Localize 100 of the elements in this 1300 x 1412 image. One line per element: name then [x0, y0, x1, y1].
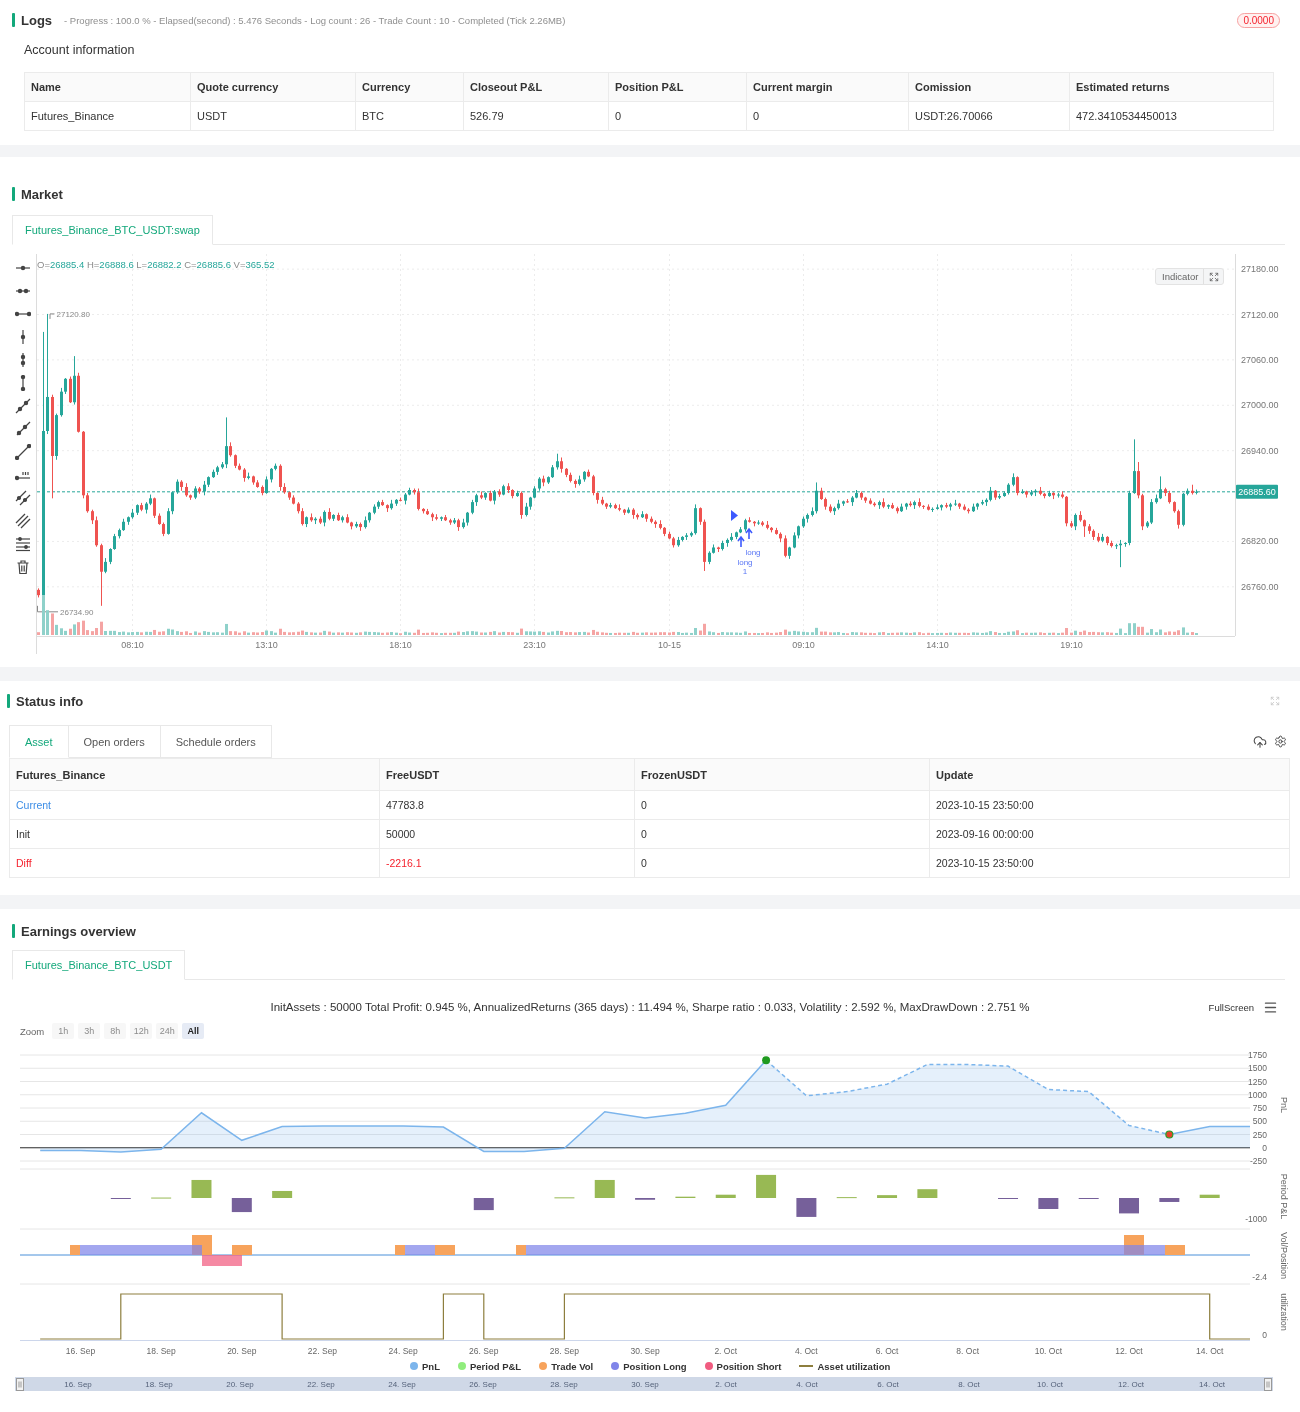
navigator-date-label: 4. Oct: [796, 1380, 818, 1389]
expand-icon: [1209, 271, 1220, 282]
price-axis-label: 27180.00: [1241, 264, 1279, 275]
table-cell: Current: [10, 791, 380, 820]
triple-lines-icon[interactable]: [15, 513, 31, 529]
axis-tick-label: 2. Oct: [714, 1346, 738, 1356]
peak-marker-icon: [762, 1056, 771, 1065]
trade-volume-bar: [70, 1245, 80, 1255]
section-title: Earnings overview: [21, 923, 136, 939]
trend-line-icon[interactable]: [15, 398, 31, 414]
navigator-date-label: 2. Oct: [715, 1380, 737, 1389]
table-header-cell: Futures_Binance: [10, 759, 380, 791]
table-cell: Futures_Binance: [25, 102, 191, 131]
price-axis-label: 27000.00: [1241, 400, 1279, 411]
diagonal-line-icon[interactable]: [15, 421, 31, 437]
zoom-label: Zoom: [20, 1025, 45, 1037]
menu-icon[interactable]: [1263, 999, 1278, 1015]
axis-tick-label: 30. Sep: [630, 1346, 660, 1356]
axis-tick-label: 10. Oct: [1034, 1346, 1063, 1356]
table-header-cell: Comission: [909, 73, 1070, 102]
table-cell: Init: [10, 820, 380, 849]
table-cell: 2023-09-16 00:00:00: [930, 820, 1290, 849]
axis-tick-label: 6. Oct: [875, 1346, 899, 1356]
price-axis-label: 26940.00: [1241, 445, 1279, 456]
loss-bar: [1038, 1198, 1059, 1209]
table-header-cell: FreeUSDT: [380, 759, 635, 791]
table-cell: 0: [747, 102, 909, 131]
tab[interactable]: Schedule orders: [160, 725, 272, 758]
entry-flag-icon: [731, 510, 738, 521]
loss-bar: [473, 1198, 494, 1211]
fullscreen-button[interactable]: FullScreen: [1208, 1001, 1254, 1013]
gain-bar: [272, 1190, 293, 1198]
time-axis-label: 10-15: [658, 640, 681, 650]
table-cell: 2023-10-15 23:50:00: [930, 849, 1290, 878]
last-price-tag: 26885.60: [1236, 484, 1278, 499]
loss-bar: [231, 1198, 252, 1213]
upload-icon[interactable]: [1253, 734, 1267, 749]
axis-title: Period P&L: [1279, 1173, 1289, 1220]
navigator-date-label: 8. Oct: [958, 1380, 980, 1389]
settings-icon[interactable]: [1274, 735, 1287, 748]
performance-summary: InitAssets : 50000 Total Profit: 0.945 %, AnnualizedReturns (365 days) : 11.494 %, Sharpe ratio : 0.033, Volatility : 2.592 %, MaxDrawDown : 2.751 %: [270, 1001, 1030, 1013]
signal-count: 1: [742, 567, 748, 576]
trade-volume-bar: [395, 1245, 405, 1255]
table-cell: -2216.1: [380, 849, 635, 878]
price-axis-label: 27120.00: [1241, 309, 1279, 320]
axis-tick-label: 14. Oct: [1195, 1346, 1224, 1356]
legend-item[interactable]: PnL: [410, 1360, 440, 1372]
navigator-date-label: 28. Sep: [550, 1380, 578, 1389]
subsection-title: Account information: [24, 42, 136, 59]
trough-marker-icon: [1165, 1130, 1174, 1139]
range-handle[interactable]: [1264, 1378, 1272, 1391]
table-header-cell: Name: [25, 73, 191, 102]
gain-bar: [877, 1195, 898, 1198]
table-header-cell: Current margin: [747, 73, 909, 102]
axis-tick-label: 18. Sep: [146, 1346, 176, 1356]
legend-item[interactable]: Period P&L: [457, 1360, 522, 1372]
diagonal-segment-icon[interactable]: [15, 444, 31, 460]
profit-badge: 0.0000: [1237, 12, 1280, 28]
axis-title: PnL: [1279, 1097, 1289, 1113]
axis-tick-label: 28. Sep: [549, 1346, 580, 1356]
time-axis-label: 14:10: [926, 640, 949, 650]
navigator-track[interactable]: [15, 1377, 1273, 1391]
section-title: Market: [21, 186, 63, 202]
loss-bar: [1119, 1198, 1139, 1214]
gain-bar: [191, 1179, 212, 1198]
trade-volume-bar: [232, 1245, 252, 1255]
indicator-button[interactable]: Indicator: [1155, 268, 1225, 285]
ohlc-readout: O=26885.4 H=26888.6 L=26882.2 C=26885.6 V=365.52: [37, 259, 275, 270]
zoom-button[interactable]: All: [182, 1023, 205, 1039]
log-summary: - Progress : 100.0 % - Elapsed(second) : 5.476 Seconds - Log count : 26 - Trade Count : 10 - Completed (Tick 2.26MB): [64, 14, 566, 26]
range-handle[interactable]: [16, 1378, 24, 1391]
axis-tick-label: 12. Oct: [1115, 1346, 1143, 1356]
parallel-lines-icon[interactable]: [15, 490, 31, 506]
low-price-label: 26734.90: [60, 607, 94, 617]
high-price-label: 27120.80: [56, 309, 90, 319]
short-position-bar: [202, 1255, 242, 1266]
trade-volume-bar: [516, 1245, 526, 1255]
table-cell: 526.79: [464, 102, 609, 131]
section-marker-icon: [7, 694, 10, 708]
table-header-cell: Closeout P&L: [464, 73, 609, 102]
navigator-date-label: 26. Sep: [469, 1380, 497, 1389]
signal-label: long: [737, 558, 753, 567]
tab[interactable]: Open orders: [68, 725, 161, 758]
navigator-date-label: 16. Sep: [64, 1380, 92, 1389]
legend-item[interactable]: Position Long: [611, 1360, 687, 1372]
loss-bar: [796, 1198, 817, 1217]
section-title: Logs: [21, 12, 53, 28]
legend-item[interactable]: Trade Vol: [539, 1360, 594, 1372]
legend-item[interactable]: Position Short: [704, 1360, 782, 1372]
time-axis-label: 13:10: [255, 640, 278, 650]
legend-item[interactable]: Asset utilization: [799, 1360, 891, 1372]
table-cell: USDT: [191, 102, 356, 131]
navigator-date-label: 18. Sep: [145, 1380, 173, 1389]
trash-icon[interactable]: [15, 559, 31, 575]
long-position-bar: [405, 1245, 435, 1255]
axis-tick-label: 22. Sep: [307, 1346, 338, 1356]
table-header-cell: Currency: [356, 73, 464, 102]
table-cell: 472.3410534450013: [1070, 102, 1274, 131]
stacked-lines-icon[interactable]: [15, 536, 31, 552]
time-axis-label: 18:10: [389, 640, 412, 650]
